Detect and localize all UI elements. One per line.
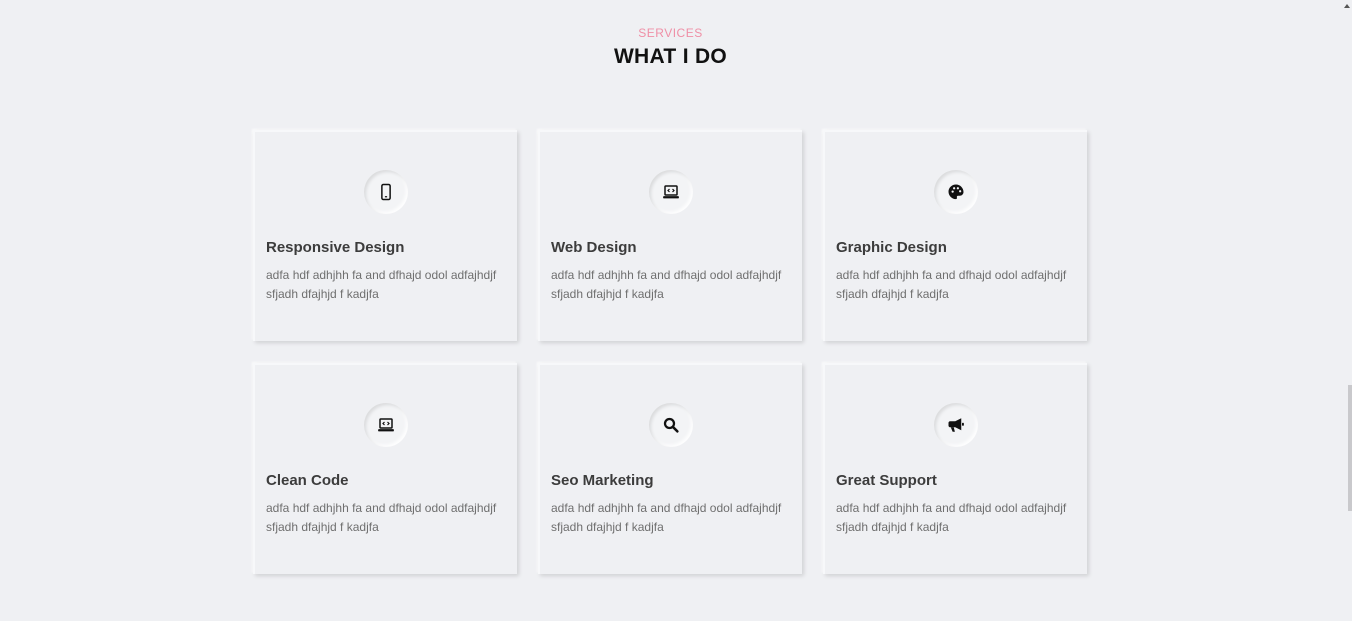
service-card-seo-marketing: Seo Marketing adfa hdf adhjhh fa and dfh… [538,363,802,574]
card-title: Graphic Design [836,239,947,256]
card-title: Seo Marketing [551,472,654,489]
scrollbar-thumb[interactable] [1348,385,1352,511]
card-description: adfa hdf adhjhh fa and dfhajd odol adfaj… [266,268,497,301]
card-description: adfa hdf adhjhh fa and dfhajd odol adfaj… [836,501,1067,534]
services-grid: Responsive Design adfa hdf adhjhh fa and… [253,130,1087,574]
card-description: adfa hdf adhjhh fa and dfhajd odol adfaj… [551,501,782,534]
service-card-great-support: Great Support adfa hdf adhjhh fa and dfh… [823,363,1087,574]
card-title: Clean Code [266,472,349,489]
service-card-responsive-design: Responsive Design adfa hdf adhjhh fa and… [253,130,517,341]
card-title: Responsive Design [266,239,405,256]
search-icon [649,403,693,447]
card-description: adfa hdf adhjhh fa and dfhajd odol adfaj… [551,268,782,301]
card-title: Web Design [551,239,637,256]
laptop-code-icon [649,170,693,214]
card-description: adfa hdf adhjhh fa and dfhajd odol adfaj… [836,268,1067,301]
section-title: WHAT I DO [613,45,728,68]
services-section: SERVICES WHAT I DO Responsive Design adf… [0,0,1352,621]
card-title: Great Support [836,472,937,489]
service-card-web-design: Web Design adfa hdf adhjhh fa and dfhajd… [538,130,802,341]
section-label: SERVICES [638,26,703,40]
mobile-icon [364,170,408,214]
scroll-up-arrow[interactable] [1344,4,1350,8]
service-card-graphic-design: Graphic Design adfa hdf adhjhh fa and df… [823,130,1087,341]
card-description: adfa hdf adhjhh fa and dfhajd odol adfaj… [266,501,497,534]
palette-icon [934,170,978,214]
service-card-clean-code: Clean Code adfa hdf adhjhh fa and dfhajd… [253,363,517,574]
megaphone-icon [934,403,978,447]
laptop-code-icon [364,403,408,447]
